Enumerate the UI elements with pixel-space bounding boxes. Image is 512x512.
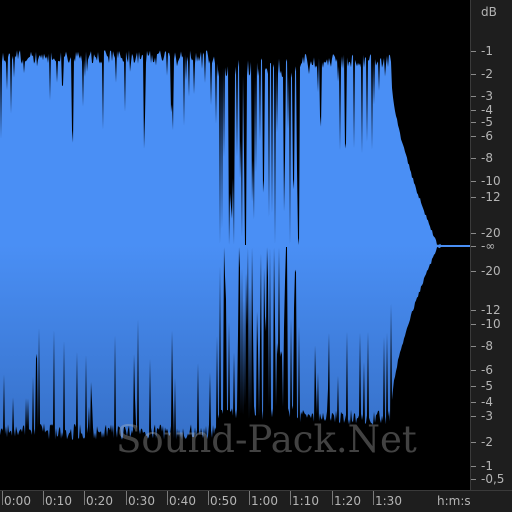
time-label: 1:20	[334, 494, 361, 508]
db-tick	[471, 233, 476, 234]
time-tick	[249, 491, 250, 505]
db-label: -3	[481, 409, 493, 423]
time-tick	[167, 491, 168, 505]
db-label: -8	[481, 151, 493, 165]
db-tick	[471, 110, 476, 111]
db-label: -4	[481, 395, 493, 409]
time-tick	[84, 491, 85, 505]
time-unit-label: h:m:s	[437, 494, 471, 508]
db-label: -5	[481, 379, 493, 393]
db-label: -1	[481, 459, 493, 473]
db-tick	[471, 181, 476, 182]
time-tick	[373, 491, 374, 505]
time-label: 0:50	[210, 494, 237, 508]
db-unit-label: dB	[481, 5, 497, 19]
db-tick	[471, 271, 476, 272]
db-tick	[471, 479, 476, 480]
db-label: -20	[481, 264, 501, 278]
db-tick	[471, 122, 476, 123]
db-label: -∞	[481, 239, 496, 253]
db-label: -2	[481, 67, 493, 81]
time-tick	[332, 491, 333, 505]
db-label: -3	[481, 89, 493, 103]
time-label: 0:00	[4, 494, 31, 508]
db-label: -6	[481, 129, 493, 143]
waveform-display[interactable]: Sound-Pack.Net	[0, 0, 470, 490]
db-label: -5	[481, 115, 493, 129]
db-tick	[471, 74, 476, 75]
time-label: 0:10	[45, 494, 72, 508]
db-tick	[471, 197, 476, 198]
db-tick	[471, 402, 476, 403]
time-tick	[2, 491, 3, 505]
db-label: -0,5	[481, 472, 505, 486]
db-tick	[471, 386, 476, 387]
time-tick	[290, 491, 291, 505]
db-tick	[471, 310, 476, 311]
time-tick	[208, 491, 209, 505]
db-tick	[471, 416, 476, 417]
waveform-fill	[0, 50, 470, 440]
db-label: -6	[481, 363, 493, 377]
db-label: -10	[481, 174, 501, 188]
db-scale-ruler: dB -1 -2 -3 -4 -5 -6 -8 -10 -12 -20 -∞ -20 -12 -10 -8-…	[470, 0, 512, 490]
db-tick	[471, 158, 476, 159]
waveform-graph[interactable]	[0, 0, 470, 490]
db-tick	[471, 51, 476, 52]
db-tick	[471, 466, 476, 467]
db-label: -2	[481, 435, 493, 449]
db-tick	[471, 246, 476, 247]
time-tick	[43, 491, 44, 505]
time-tick	[126, 491, 127, 505]
db-tick	[471, 96, 476, 97]
time-ruler[interactable]: 0:00 0:10 0:20 0:30 0:40 0:50 1:00 1:10 1:20 1:30…	[0, 490, 512, 512]
time-label: 1:10	[292, 494, 319, 508]
db-tick	[471, 346, 476, 347]
db-tick	[471, 442, 476, 443]
time-label: 0:30	[128, 494, 155, 508]
time-label: 1:30	[375, 494, 402, 508]
db-label: -20	[481, 226, 501, 240]
db-label: -12	[481, 190, 501, 204]
db-tick	[471, 324, 476, 325]
db-label: -10	[481, 317, 501, 331]
time-label: 0:40	[169, 494, 196, 508]
db-tick	[471, 136, 476, 137]
time-label: 1:00	[251, 494, 278, 508]
db-label: -12	[481, 303, 501, 317]
db-label: -1	[481, 44, 493, 58]
db-tick	[471, 370, 476, 371]
time-label: 0:20	[86, 494, 113, 508]
db-label: -8	[481, 339, 493, 353]
